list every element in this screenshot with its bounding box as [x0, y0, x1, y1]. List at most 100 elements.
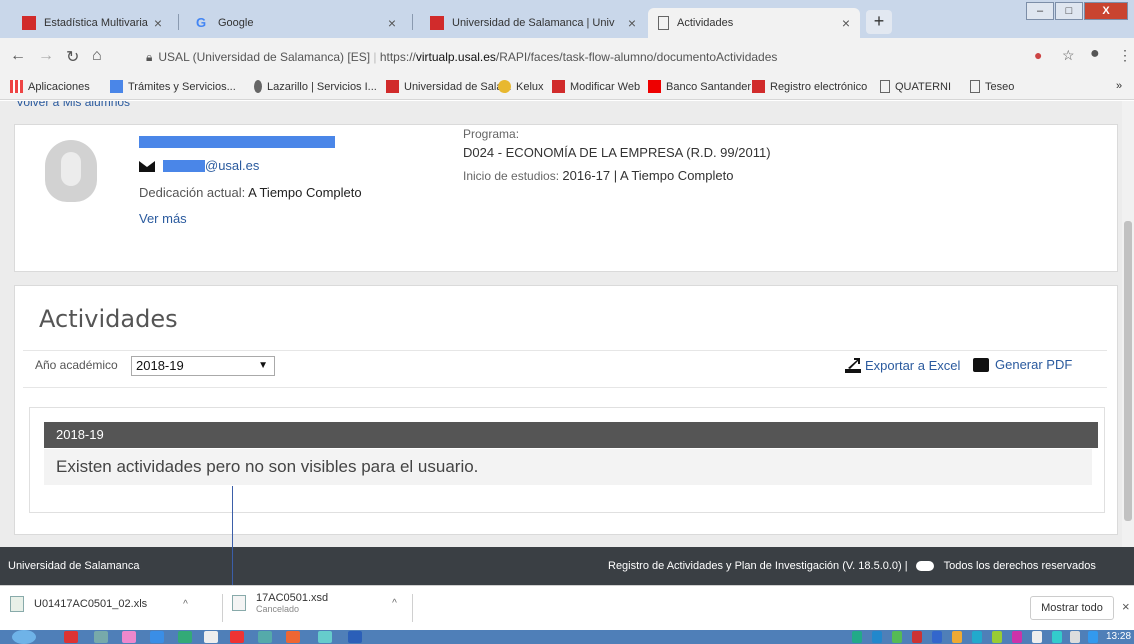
calendar-icon — [110, 80, 123, 93]
activities-panel: 2018-19 Existen actividades pero no son … — [29, 407, 1105, 513]
chevron-down-icon: ▼ — [258, 360, 268, 371]
chevron-up-icon[interactable]: ^ — [392, 598, 397, 609]
tray-icon[interactable] — [1088, 631, 1098, 643]
email-link[interactable]: @usal.es — [205, 158, 259, 173]
usal-icon — [752, 80, 765, 93]
url-host: virtualp.usal.es — [415, 50, 496, 64]
export-excel-button[interactable]: Exportar a Excel — [845, 357, 960, 373]
close-tab-icon[interactable]: × — [628, 15, 636, 31]
tray-icon[interactable] — [852, 631, 862, 643]
avatar — [45, 140, 97, 202]
network-icon[interactable] — [1032, 631, 1042, 643]
extension-icon[interactable]: ● — [1034, 47, 1042, 63]
chrome-icon[interactable] — [230, 631, 244, 643]
file-icon — [232, 595, 246, 611]
tray-icon[interactable] — [912, 631, 922, 643]
bookmark-teseo[interactable]: Teseo — [970, 80, 1014, 93]
tray-icon[interactable] — [932, 631, 942, 643]
show-all-button[interactable]: Mostrar todo — [1030, 596, 1114, 620]
tray-icon[interactable] — [1052, 631, 1062, 643]
clock: 13:28 — [1106, 631, 1132, 642]
google-icon: G — [196, 15, 207, 30]
close-icon[interactable]: × — [1122, 599, 1130, 614]
printer-icon — [973, 357, 989, 372]
tab-separator — [178, 14, 179, 30]
bookmark-universidad[interactable]: Universidad de Sala... — [386, 80, 512, 93]
bookmark-modificar-web[interactable]: Modificar Web — [552, 80, 640, 93]
ie-icon[interactable] — [150, 631, 164, 643]
taskbar-app-icon[interactable] — [178, 631, 192, 643]
minimize-button[interactable]: – — [1026, 2, 1054, 20]
start-button[interactable] — [12, 630, 36, 644]
close-tab-icon[interactable]: × — [154, 15, 162, 31]
logo-icon — [915, 561, 934, 571]
tray-icon[interactable] — [892, 631, 902, 643]
divider — [222, 594, 223, 622]
page-scrollbar[interactable] — [1122, 101, 1134, 548]
volume-icon[interactable] — [1070, 631, 1080, 643]
divider — [23, 350, 1107, 351]
tray-icon[interactable] — [872, 631, 882, 643]
tab-usal[interactable]: Universidad de Salamanca | Univ × — [420, 8, 646, 38]
tray-icon[interactable] — [952, 631, 962, 643]
bookmark-lazarillo[interactable]: Lazarillo | Servicios I... — [254, 80, 377, 93]
export-arrow-icon — [845, 358, 861, 373]
close-tab-icon[interactable]: × — [842, 15, 850, 31]
bookmark-quaterni[interactable]: QUATERNI — [880, 80, 951, 93]
bookmark-aplicaciones[interactable]: Aplicaciones — [10, 80, 90, 93]
tab-actividades[interactable]: Actividades × — [648, 8, 860, 38]
panel-header: 2018-19 — [44, 422, 1098, 448]
dedication: Dedicación actual: A Tiempo Completo — [139, 185, 362, 200]
tray-icon[interactable] — [972, 631, 982, 643]
year-select[interactable]: 2018-19 ▼ — [131, 356, 275, 376]
taskbar-app-icon[interactable] — [318, 631, 332, 643]
home-icon[interactable]: ⌂ — [92, 47, 102, 65]
page-icon — [970, 80, 980, 93]
taskbar-app-icon[interactable] — [286, 631, 300, 643]
bookmark-kelux[interactable]: Kelux — [498, 80, 544, 93]
programa-value: D024 - ECONOMÍA DE LA EMPRESA (R.D. 99/2… — [463, 145, 771, 160]
taskbar-app-icon[interactable] — [204, 631, 218, 643]
new-tab-button[interactable]: + — [866, 10, 892, 34]
taskbar-app-icon[interactable] — [94, 631, 108, 643]
forward-arrow-icon[interactable]: → — [38, 47, 54, 65]
url-prefix: https:// — [379, 50, 416, 64]
taskbar-app-icon[interactable] — [258, 631, 272, 643]
taskbar-app-icon[interactable] — [122, 631, 136, 643]
inicio-value: 2016-17 | A Tiempo Completo — [562, 168, 734, 183]
student-profile-card: @usal.es Dedicación actual: A Tiempo Com… — [14, 124, 1118, 272]
download-item[interactable]: 17AC0501.xsd Cancelado ^ — [232, 592, 397, 614]
tab-title: Estadística Multivariante Aplicad — [44, 17, 148, 29]
browser-tab-strip: Estadística Multivariante Aplicad × G Go… — [0, 0, 1134, 38]
address-bar[interactable]: 🔒︎ USAL (Universidad de Salamanca) [ES] |… — [146, 44, 1014, 70]
profile-icon[interactable]: ● — [1090, 45, 1100, 63]
usal-icon — [552, 80, 565, 93]
envelope-icon — [139, 161, 155, 172]
site-identity: USAL (Universidad de Salamanca) [ES] — [158, 50, 371, 64]
tray-icon[interactable] — [992, 631, 1002, 643]
download-item[interactable]: U01417AC0501_02.xls ^ — [10, 596, 188, 612]
word-icon[interactable] — [348, 631, 362, 643]
maximize-button[interactable]: □ — [1055, 2, 1083, 20]
back-arrow-icon[interactable]: ← — [10, 47, 26, 65]
ver-mas-link[interactable]: Ver más — [139, 211, 187, 226]
usal-icon — [430, 16, 444, 30]
back-to-students-link[interactable]: Volver a Mis alumnos — [16, 101, 130, 109]
bookmark-tramites[interactable]: Trámites y Servicios... — [110, 80, 236, 93]
scrollbar-thumb[interactable] — [1124, 221, 1132, 521]
bookmarks-overflow[interactable]: » — [1116, 80, 1122, 92]
bookmark-registro[interactable]: Registro electrónico — [752, 80, 867, 93]
reload-icon[interactable]: ↻ — [66, 47, 79, 67]
close-window-button[interactable]: X — [1084, 2, 1128, 20]
chevron-up-icon[interactable]: ^ — [183, 599, 188, 610]
bookmark-santander[interactable]: Banco Santander — [648, 80, 751, 93]
taskbar-app-icon[interactable] — [64, 631, 78, 643]
generate-pdf-button[interactable]: Generar PDF — [973, 357, 1072, 372]
star-icon[interactable]: ☆ — [1062, 47, 1075, 64]
menu-icon[interactable]: ⋮ — [1118, 47, 1132, 64]
tray-icon[interactable] — [1012, 631, 1022, 643]
tab-google[interactable]: G Google × — [186, 8, 406, 38]
close-tab-icon[interactable]: × — [388, 15, 396, 31]
tab-estadistica[interactable]: Estadística Multivariante Aplicad × — [12, 8, 172, 38]
tab-separator — [412, 14, 413, 30]
